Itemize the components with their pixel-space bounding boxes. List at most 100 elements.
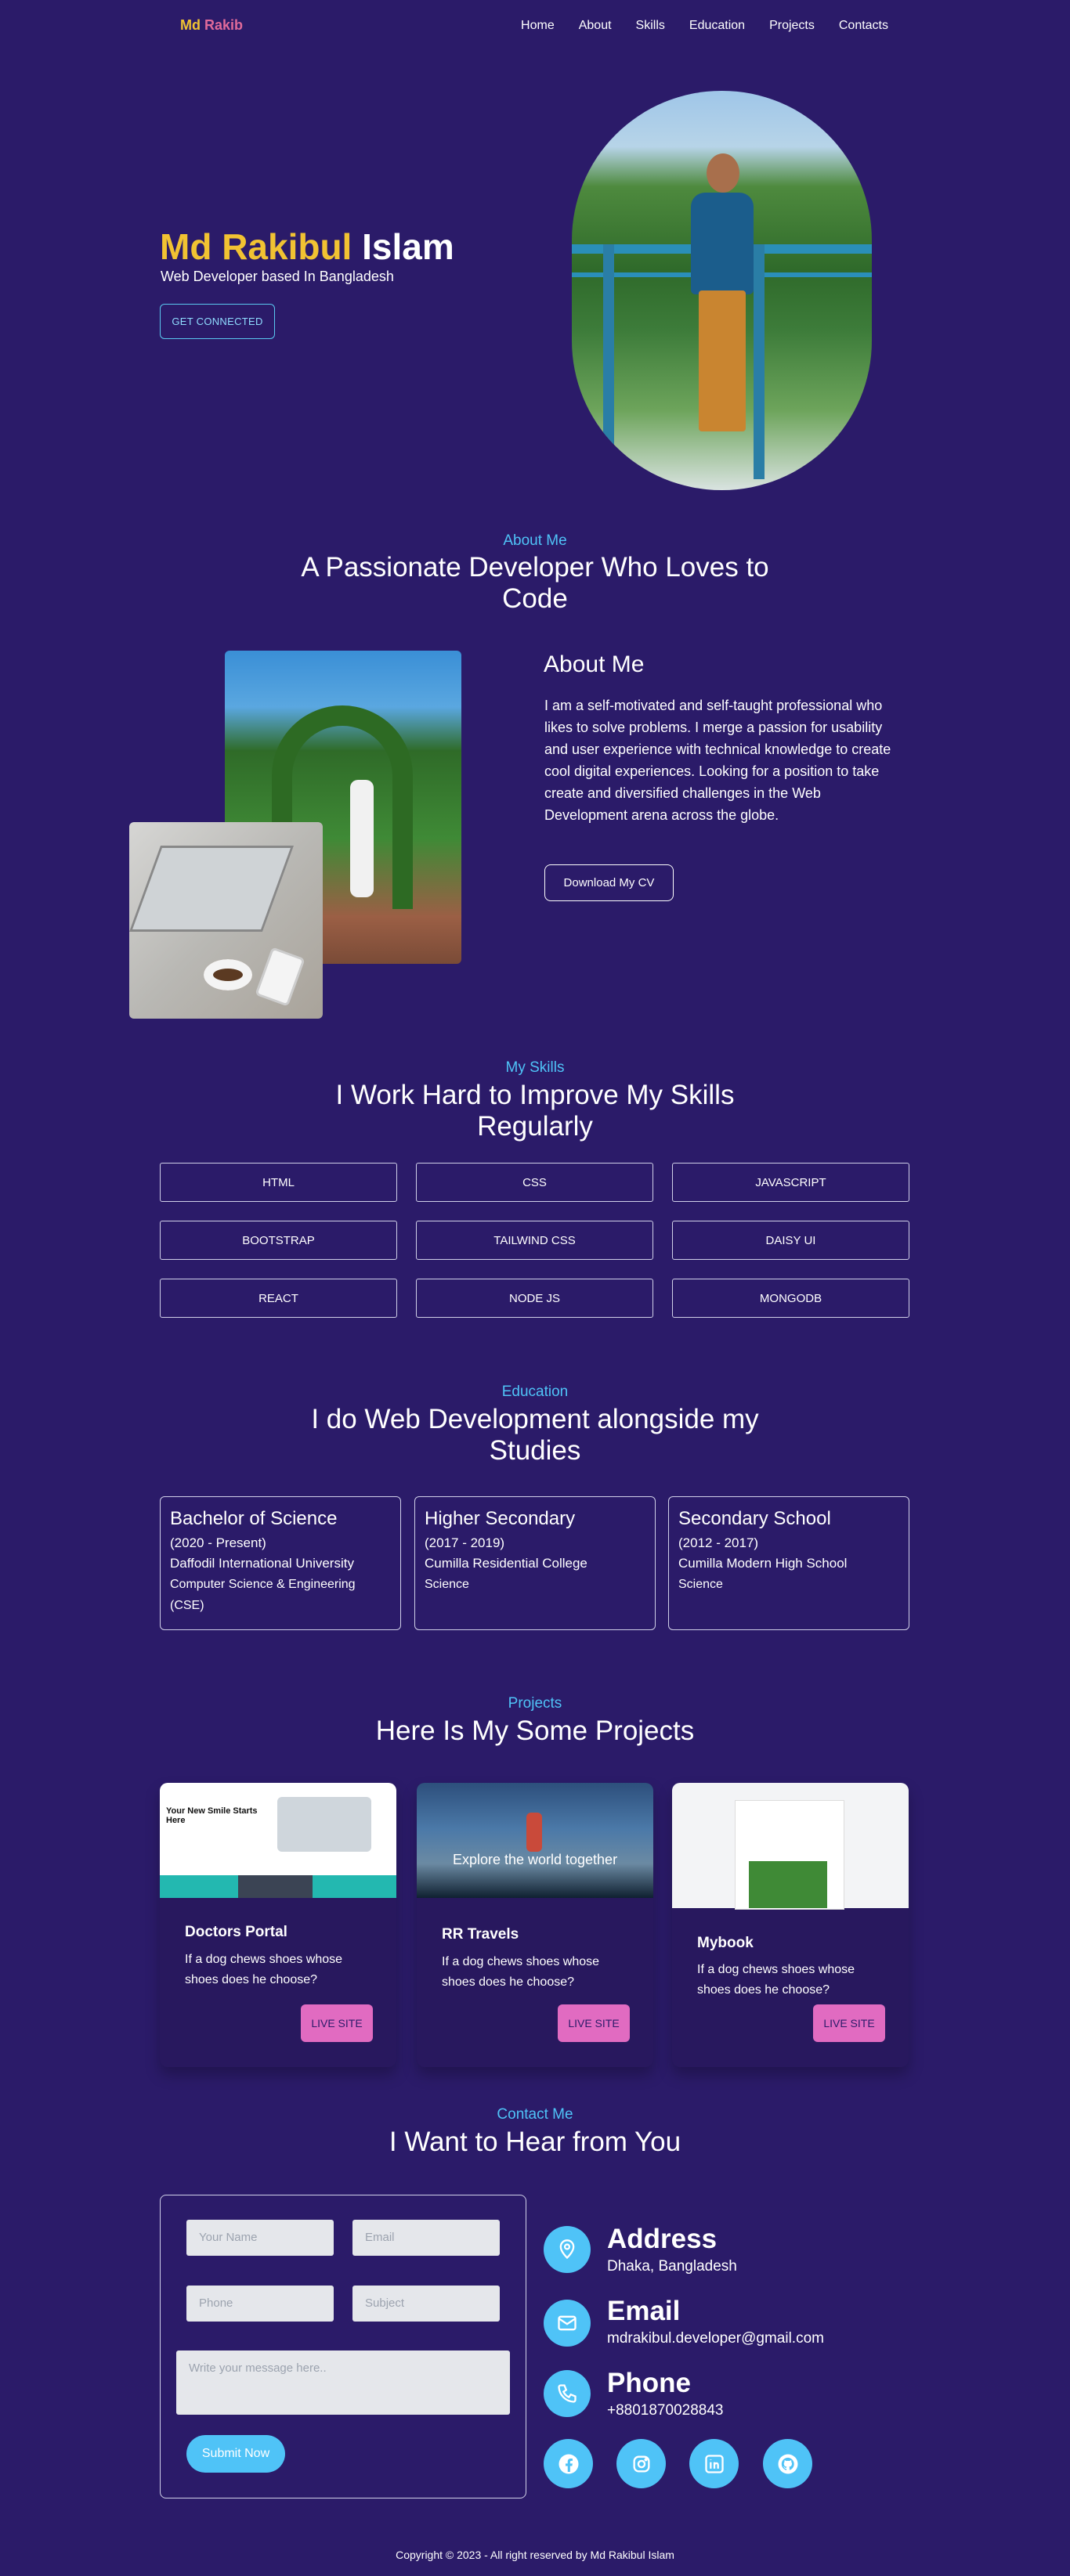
- submit-button[interactable]: Submit Now: [186, 2435, 285, 2473]
- skills-heading: I Work Hard to Improve My Skills Regular…: [335, 1080, 735, 1142]
- address-value: Dhaka, Bangladesh: [607, 2258, 737, 2275]
- education-card: Bachelor of Science (2020 - Present) Daf…: [160, 1496, 401, 1630]
- about-heading: A Passionate Developer Who Loves to Code: [301, 552, 769, 614]
- education-heading: I do Web Development alongside my Studie…: [311, 1404, 759, 1466]
- download-cv-button[interactable]: Download My CV: [544, 864, 674, 901]
- project-shot-heading: Explore the world together: [452, 1852, 618, 1867]
- skill-item: HTML: [160, 1163, 397, 1202]
- education-card: Higher Secondary (2017 - 2019) Cumilla R…: [414, 1496, 656, 1630]
- hero-profile-photo: [572, 91, 872, 490]
- phone-title: Phone: [607, 2368, 691, 2398]
- project-screenshot: Your New Smile Starts Here: [160, 1783, 396, 1898]
- live-site-button[interactable]: LIVE SITE: [813, 2004, 885, 2042]
- contact-eyebrow: Contact Me: [497, 2106, 573, 2123]
- skill-item: BOOTSTRAP: [160, 1221, 397, 1260]
- shot-person: [526, 1813, 542, 1852]
- email-input[interactable]: Email: [352, 2220, 500, 2256]
- navbar: Md Rakib Home About Skills Education Pro…: [0, 0, 1070, 52]
- project-card: Your New Smile Starts Here Doctors Porta…: [160, 1783, 396, 2067]
- photo-cup: [204, 959, 252, 990]
- live-site-button[interactable]: LIVE SITE: [558, 2004, 630, 2042]
- project-desc: If a dog chews shoes whose shoes does he…: [442, 1955, 600, 1989]
- photo-person-legs: [699, 290, 746, 431]
- about-title: About Me: [544, 651, 645, 677]
- nav-projects[interactable]: Projects: [769, 19, 815, 33]
- skill-item: CSS: [416, 1163, 653, 1202]
- linkedin-icon[interactable]: [689, 2439, 739, 2488]
- skill-item: MONGODB: [672, 1279, 909, 1318]
- address-title: Address: [607, 2224, 718, 2254]
- footer-copyright: Copyright © 2023 - All right reserved by…: [396, 2549, 674, 2561]
- education-card: Secondary School (2012 - 2017) Cumilla M…: [668, 1496, 909, 1630]
- photo-person-head: [707, 153, 739, 193]
- skills-grid: HTML CSS JAVASCRIPT BOOTSTRAP TAILWIND C…: [160, 1163, 909, 1318]
- photo-laptop: [129, 846, 295, 932]
- get-connected-button[interactable]: GET CONNECTED: [160, 304, 275, 339]
- photo-person-body: [691, 193, 754, 294]
- project-shot-heading: Your New Smile Starts Here: [166, 1806, 258, 1825]
- instagram-icon[interactable]: [616, 2439, 666, 2488]
- logo[interactable]: Md Rakib: [180, 17, 243, 34]
- hero-name-first: Md Rakibul: [160, 226, 352, 267]
- nav-education[interactable]: Education: [689, 19, 745, 33]
- education-institution: Daffodil International University: [170, 1556, 354, 1571]
- education-years: (2017 - 2019): [425, 1535, 505, 1550]
- project-card: Explore the world together RR Travels If…: [417, 1783, 653, 2067]
- name-input[interactable]: Your Name: [186, 2220, 334, 2256]
- contact-form: Your Name Email Phone Subject Write your…: [160, 2195, 526, 2498]
- live-site-button[interactable]: LIVE SITE: [301, 2004, 373, 2042]
- phone-input[interactable]: Phone: [186, 2286, 334, 2322]
- subject-input[interactable]: Subject: [352, 2286, 500, 2322]
- education-years: (2012 - 2017): [678, 1535, 759, 1550]
- location-icon: [544, 2226, 591, 2273]
- nav-about[interactable]: About: [579, 19, 612, 33]
- nav-links: Home About Skills Education Projects Con…: [521, 19, 888, 33]
- skill-item: REACT: [160, 1279, 397, 1318]
- skill-item: TAILWIND CSS: [416, 1221, 653, 1260]
- project-title: RR Travels: [442, 1926, 519, 1943]
- skill-item: NODE JS: [416, 1279, 653, 1318]
- email-value[interactable]: mdrakibul.developer@gmail.com: [607, 2330, 824, 2347]
- project-desc: If a dog chews shoes whose shoes does he…: [697, 1963, 855, 1997]
- hero-name: Md Rakibul Islam: [160, 225, 454, 268]
- project-screenshot: Explore the world together: [417, 1783, 653, 1898]
- project-desc: If a dog chews shoes whose shoes does he…: [185, 1953, 343, 1986]
- education-department: Science: [425, 1578, 469, 1591]
- facebook-icon[interactable]: [544, 2439, 593, 2488]
- photo-post: [603, 244, 614, 479]
- photo-person: [350, 780, 374, 897]
- education-years: (2020 - Present): [170, 1535, 266, 1550]
- project-card: Mybook If a dog chews shoes whose shoes …: [672, 1783, 909, 2067]
- shot-chair: [277, 1797, 371, 1852]
- hero-name-last: Islam: [362, 226, 454, 267]
- education-degree: Bachelor of Science: [170, 1508, 338, 1529]
- education-institution: Cumilla Modern High School: [678, 1556, 848, 1571]
- education-degree: Higher Secondary: [425, 1508, 576, 1529]
- skill-item: DAISY UI: [672, 1221, 909, 1260]
- github-icon[interactable]: [763, 2439, 812, 2488]
- hero-subtitle: Web Developer based In Bangladesh: [161, 269, 394, 284]
- nav-skills[interactable]: Skills: [636, 19, 665, 33]
- about-text: I am a self-motivated and self-taught pr…: [544, 698, 891, 823]
- photo-phone: [255, 947, 305, 1007]
- education-department: Science: [678, 1578, 723, 1591]
- projects-heading: Here Is My Some Projects: [375, 1716, 695, 1746]
- nav-home[interactable]: Home: [521, 19, 555, 33]
- about-photo-laptop: [129, 822, 323, 1019]
- photo-post: [754, 244, 765, 479]
- message-textarea[interactable]: Write your message here..: [176, 2351, 510, 2415]
- logo-first: Md: [180, 17, 201, 33]
- education-institution: Cumilla Residential College: [425, 1556, 587, 1571]
- shot-photo: [749, 1861, 827, 1908]
- shot-footer-card: [238, 1875, 313, 1898]
- project-title: Mybook: [697, 1935, 754, 1951]
- education-department: Computer Science & Engineering (CSE): [170, 1578, 356, 1612]
- phone-value[interactable]: +8801870028843: [607, 2402, 723, 2419]
- email-title: Email: [607, 2296, 681, 2326]
- nav-contacts[interactable]: Contacts: [839, 19, 888, 33]
- about-eyebrow: About Me: [503, 532, 567, 549]
- skill-item: JAVASCRIPT: [672, 1163, 909, 1202]
- projects-eyebrow: Projects: [508, 1695, 562, 1712]
- skills-eyebrow: My Skills: [505, 1059, 565, 1076]
- education-eyebrow: Education: [501, 1384, 569, 1400]
